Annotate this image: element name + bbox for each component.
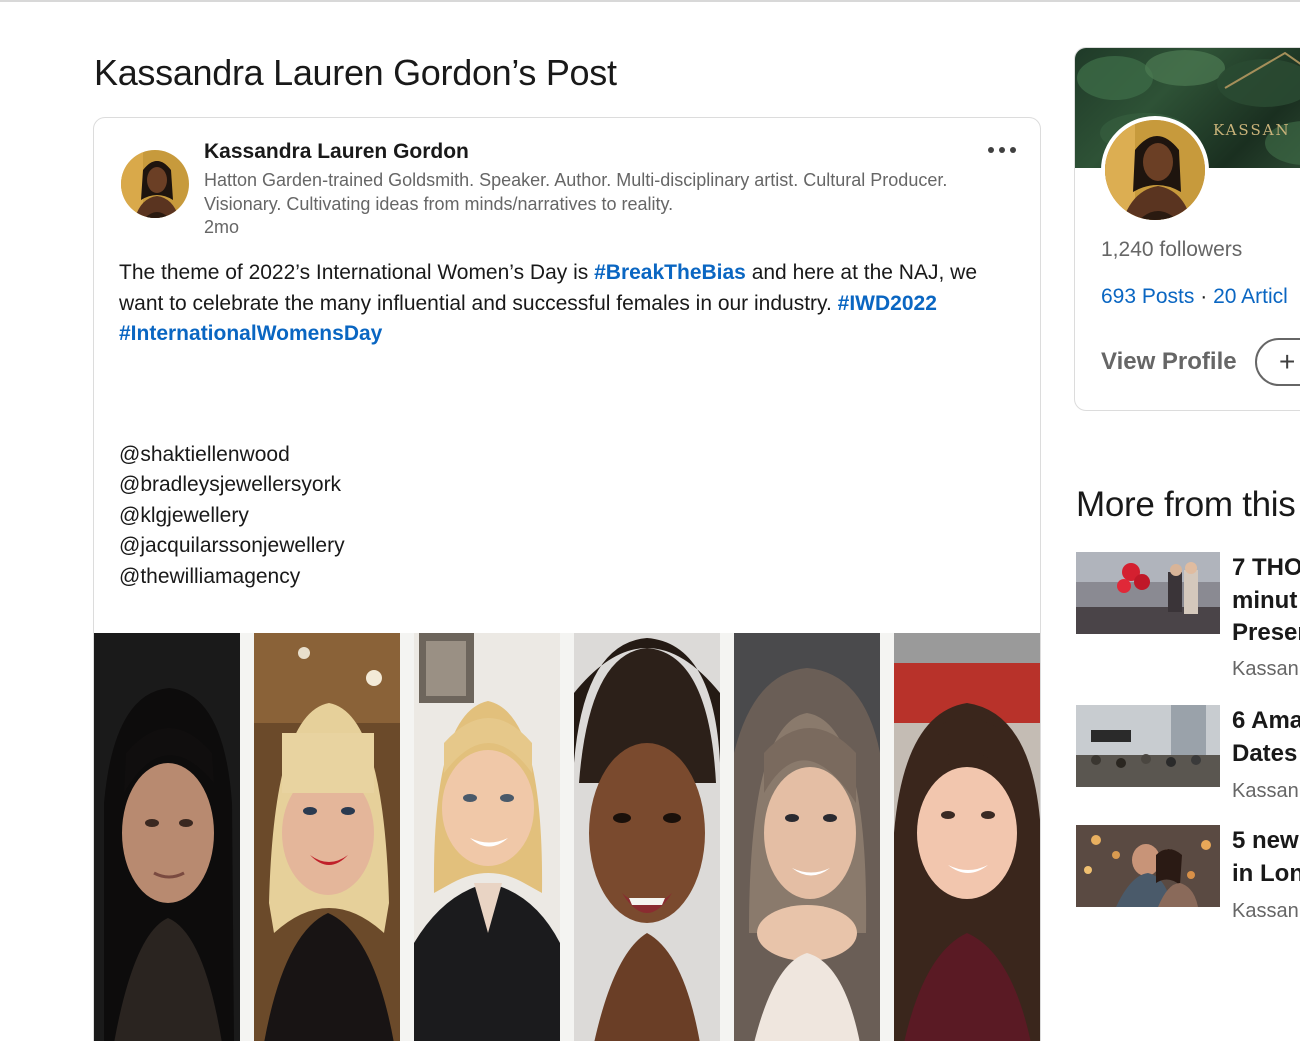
- hashtag-link[interactable]: #IWD2022: [838, 292, 937, 315]
- article-thumbnail[interactable]: [1076, 705, 1220, 787]
- photo-gap: [560, 633, 574, 1041]
- article-item[interactable]: 6 Ama Dates Kassan: [1076, 705, 1300, 805]
- mentions-list: @shaktiellenwood @bradleysjewellersyork …: [119, 440, 345, 592]
- photo-gap: [400, 633, 414, 1041]
- article-title-line: 5 new: [1232, 827, 1299, 854]
- more-options-button[interactable]: [982, 138, 1022, 162]
- ellipsis-icon: [999, 147, 1005, 153]
- article-author: Kassan: [1232, 900, 1299, 922]
- banner-logo-text: KASSAN: [1213, 121, 1291, 139]
- profile-stats: 693 Posts · 20 Articl: [1101, 285, 1288, 309]
- articles-link[interactable]: 20 Articl: [1213, 285, 1288, 308]
- article-title-line: 6 Ama: [1232, 707, 1300, 734]
- follow-button[interactable]: +: [1255, 338, 1300, 386]
- article-thumbnail[interactable]: [1076, 552, 1220, 634]
- hashtag-link[interactable]: #InternationalWomensDay: [119, 322, 382, 345]
- profile-avatar[interactable]: [1101, 116, 1209, 224]
- photo-gap: [880, 633, 894, 1041]
- article-title-line: minut: [1232, 586, 1298, 614]
- photo-gap: [240, 633, 254, 1041]
- article-author: Kassan: [1232, 658, 1299, 680]
- article-item[interactable]: 7 THO minut Preser Kassan: [1076, 552, 1300, 682]
- post-image[interactable]: [94, 633, 1040, 1041]
- article-thumbnail[interactable]: [1076, 825, 1220, 907]
- page-title: Kassandra Lauren Gordon’s Post: [94, 52, 617, 93]
- stats-separator: ·: [1200, 285, 1208, 308]
- article-item[interactable]: 5 new in Lon Kassan: [1076, 825, 1300, 925]
- mention-link[interactable]: @bradleysjewellersyork: [119, 470, 345, 500]
- top-divider: [0, 0, 1300, 2]
- view-profile-link[interactable]: View Profile: [1101, 348, 1237, 376]
- portrait-photo: [574, 633, 720, 1041]
- author-avatar[interactable]: [121, 150, 189, 218]
- more-from-heading: More from this: [1076, 485, 1296, 524]
- mention-link[interactable]: @thewilliamagency: [119, 562, 345, 592]
- article-author: Kassan: [1232, 780, 1299, 802]
- article-title-line: 7 THO: [1232, 554, 1300, 581]
- post-timestamp: 2mo: [204, 217, 240, 237]
- article-title-line: Dates: [1232, 739, 1298, 767]
- portrait-photo: [254, 633, 400, 1041]
- article-title-line: Preser: [1232, 619, 1300, 646]
- portrait-photo: [94, 633, 240, 1041]
- ellipsis-icon: [1010, 147, 1016, 153]
- mention-link[interactable]: @jacquilarssonjewellery: [119, 531, 345, 561]
- post-text-part: The theme of 2022’s International Women’…: [119, 261, 595, 284]
- posts-link[interactable]: 693 Posts: [1101, 285, 1194, 308]
- article-title[interactable]: 5 new in Lon: [1232, 825, 1300, 890]
- ellipsis-icon: [988, 147, 994, 153]
- portrait-photo: [414, 633, 560, 1041]
- article-title-line: in Lon: [1232, 859, 1300, 887]
- author-headline: Hatton Garden-trained Goldsmith. Speaker…: [204, 170, 948, 214]
- photo-gap: [720, 633, 734, 1041]
- mention-link[interactable]: @klgjewellery: [119, 501, 345, 531]
- portrait-photo: [734, 633, 880, 1041]
- profile-card: KASSAN 1,240 followers 693 Posts · 20 Ar…: [1074, 47, 1300, 411]
- article-title[interactable]: 6 Ama Dates: [1232, 705, 1300, 770]
- author-name[interactable]: Kassandra Lauren Gordon: [204, 140, 469, 164]
- portrait-photo: [894, 633, 1040, 1041]
- followers-count: 1,240 followers: [1101, 238, 1243, 261]
- post-card: Kassandra Lauren Gordon Hatton Garden-tr…: [93, 117, 1041, 1041]
- plus-icon: +: [1279, 346, 1296, 377]
- post-text: The theme of 2022’s International Women’…: [119, 258, 1019, 350]
- hashtag-link[interactable]: #BreakTheBias: [594, 261, 746, 284]
- article-title[interactable]: 7 THO minut Preser: [1232, 552, 1300, 650]
- mention-link[interactable]: @shaktiellenwood: [119, 440, 345, 470]
